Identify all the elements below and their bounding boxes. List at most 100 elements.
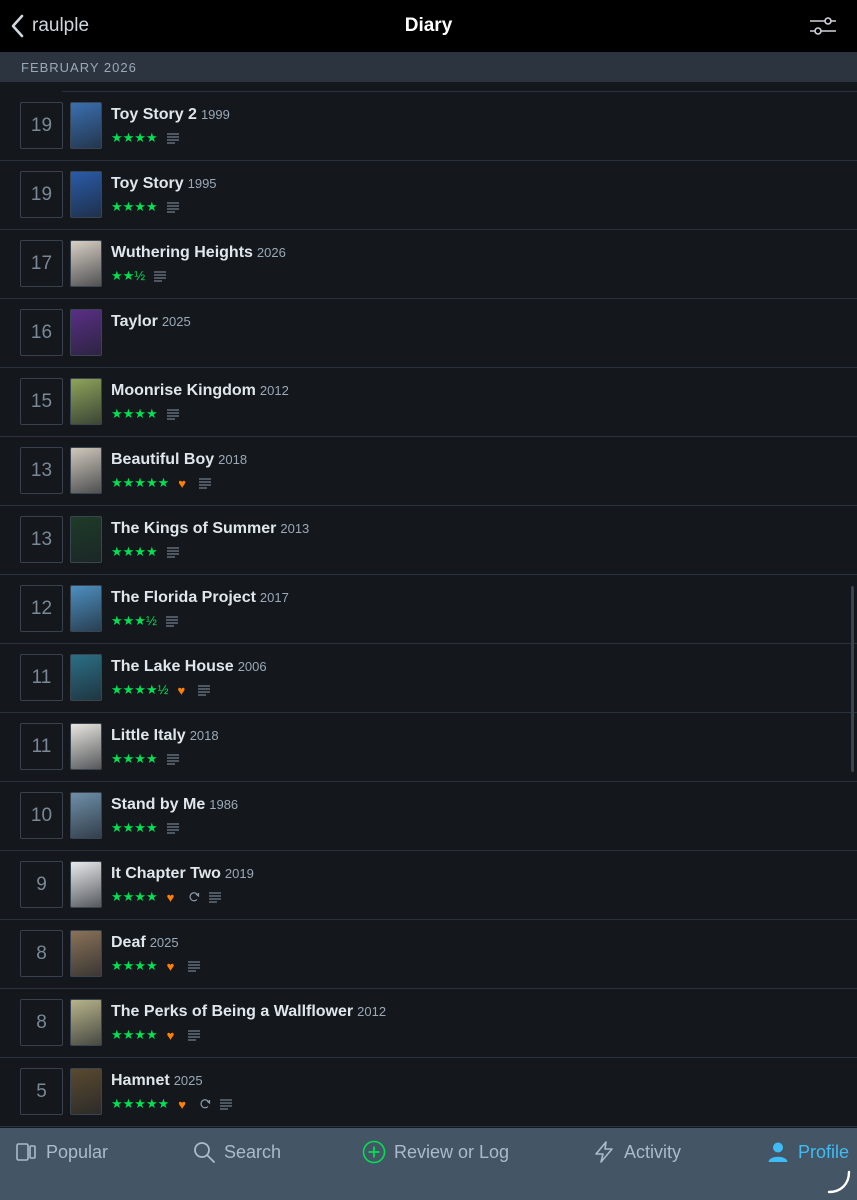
day-badge: 15 bbox=[20, 378, 63, 425]
rewatch-icon bbox=[200, 1099, 211, 1109]
star-rating: ★★★★ bbox=[111, 820, 158, 835]
review-text-icon bbox=[166, 133, 179, 144]
film-title: Toy Story bbox=[111, 175, 184, 192]
film-poster[interactable] bbox=[70, 240, 102, 287]
diary-entry-row[interactable]: 15 Moonrise Kingdom 2012 ★★★★ bbox=[0, 368, 857, 437]
film-title-line[interactable]: Stand by Me 1986 bbox=[111, 796, 238, 814]
month-label: FEBRUARY 2026 bbox=[21, 60, 137, 75]
diary-entry-row[interactable]: 19 Toy Story 1995 ★★★★ bbox=[0, 161, 857, 230]
film-title-line[interactable]: The Lake House 2006 bbox=[111, 658, 267, 676]
entry-meta: ★★½ bbox=[111, 268, 167, 284]
tab-activity[interactable]: Activity bbox=[592, 1138, 681, 1166]
film-poster[interactable] bbox=[70, 309, 102, 356]
star-rating: ★★★½ bbox=[111, 613, 157, 628]
film-poster[interactable] bbox=[70, 654, 102, 701]
film-poster[interactable] bbox=[70, 861, 102, 908]
star-rating: ★★★★½ bbox=[111, 682, 169, 697]
entry-meta: ★★★★ bbox=[111, 199, 179, 215]
film-year: 2017 bbox=[259, 590, 289, 605]
diary-entry-row[interactable]: 5 Hamnet 2025 ★★★★★ ♥ bbox=[0, 1058, 857, 1127]
tab-search[interactable]: Search bbox=[192, 1138, 281, 1166]
film-poster[interactable] bbox=[70, 447, 102, 494]
diary-entry-row[interactable]: 11 Little Italy 2018 ★★★★ bbox=[0, 713, 857, 782]
star-rating: ★★★★ bbox=[111, 889, 158, 904]
star-rating: ★★★★ bbox=[111, 406, 158, 421]
film-title: The Lake House bbox=[111, 658, 234, 675]
heart-icon: ♥ bbox=[177, 683, 186, 698]
star-rating: ★★★★ bbox=[111, 751, 158, 766]
scrollbar[interactable] bbox=[851, 586, 854, 772]
diary-entry-row[interactable]: 8 The Perks of Being a Wallflower 2012 ★★★★… bbox=[0, 989, 857, 1058]
film-poster[interactable] bbox=[70, 999, 102, 1046]
film-title-line[interactable]: Toy Story 1995 bbox=[111, 175, 217, 193]
film-poster[interactable] bbox=[70, 171, 102, 218]
film-title: Little Italy bbox=[111, 727, 186, 744]
day-badge: 8 bbox=[20, 999, 63, 1046]
film-poster[interactable] bbox=[70, 723, 102, 770]
tab-label: Activity bbox=[624, 1141, 682, 1162]
film-title: The Florida Project bbox=[111, 589, 256, 606]
film-poster[interactable] bbox=[70, 585, 102, 632]
film-title-line[interactable]: Beautiful Boy 2018 bbox=[111, 451, 247, 469]
film-poster[interactable] bbox=[70, 516, 102, 563]
diary-entry-row[interactable]: 8 Deaf 2025 ★★★★ ♥ bbox=[0, 920, 857, 989]
film-poster[interactable] bbox=[70, 378, 102, 425]
film-year: 1999 bbox=[200, 107, 230, 122]
film-title: Taylor bbox=[111, 313, 158, 330]
day-badge: 8 bbox=[20, 930, 63, 977]
entry-meta: ★★★★ bbox=[111, 820, 179, 836]
film-poster[interactable] bbox=[70, 1068, 102, 1115]
diary-entry-row[interactable]: 16 Taylor 2025 bbox=[0, 299, 857, 368]
diary-entry-row[interactable]: 13 The Kings of Summer 2013 ★★★★ bbox=[0, 506, 857, 575]
film-title-line[interactable]: The Florida Project 2017 bbox=[111, 589, 289, 607]
film-year: 2026 bbox=[256, 245, 286, 260]
popular-icon bbox=[16, 1143, 36, 1161]
review-text-icon bbox=[166, 202, 179, 213]
film-title: The Kings of Summer bbox=[111, 520, 277, 537]
film-poster[interactable] bbox=[70, 930, 102, 977]
tab-profile[interactable]: Profile bbox=[766, 1138, 849, 1166]
film-title: Toy Story 2 bbox=[111, 106, 197, 123]
star-rating: ★★★★ bbox=[111, 544, 158, 559]
entry-meta: ★★★★ bbox=[111, 406, 179, 422]
diary-entry-row[interactable]: 12 The Florida Project 2017 ★★★½ bbox=[0, 575, 857, 644]
film-title: The Perks of Being a Wallflower bbox=[111, 1003, 354, 1020]
film-title: It Chapter Two bbox=[111, 865, 221, 882]
film-title: Deaf bbox=[111, 934, 146, 951]
diary-entry-row[interactable]: 13 Beautiful Boy 2018 ★★★★★ ♥ bbox=[0, 437, 857, 506]
entry-meta: ★★★★ ♥ bbox=[111, 1027, 200, 1043]
diary-entry-row[interactable]: 9 It Chapter Two 2019 ★★★★ ♥ bbox=[0, 851, 857, 920]
film-title-line[interactable]: Moonrise Kingdom 2012 bbox=[111, 382, 289, 400]
film-title-line[interactable]: The Perks of Being a Wallflower 2012 bbox=[111, 1003, 386, 1021]
entry-meta: ★★★★½ ♥ bbox=[111, 682, 211, 698]
diary-entry-row[interactable]: 11 The Lake House 2006 ★★★★½ ♥ bbox=[0, 644, 857, 713]
film-poster[interactable] bbox=[70, 102, 102, 149]
review-text-icon bbox=[166, 409, 179, 420]
film-year: 2006 bbox=[237, 659, 267, 674]
film-title-line[interactable]: Wuthering Heights 2026 bbox=[111, 244, 286, 262]
film-title-line[interactable]: Toy Story 2 1999 bbox=[111, 106, 230, 124]
film-title-line[interactable]: Hamnet 2025 bbox=[111, 1072, 203, 1090]
tab-review-or-log[interactable]: Review or Log bbox=[362, 1138, 509, 1166]
search-icon bbox=[194, 1142, 215, 1163]
film-year: 2012 bbox=[259, 383, 289, 398]
review-text-icon bbox=[199, 478, 212, 489]
heart-icon: ♥ bbox=[166, 890, 175, 905]
review-text-icon bbox=[166, 754, 179, 765]
film-title-line[interactable]: Taylor 2025 bbox=[111, 313, 191, 331]
tab-popular[interactable]: Popular bbox=[14, 1138, 108, 1166]
heart-icon: ♥ bbox=[166, 1028, 175, 1043]
film-title-line[interactable]: The Kings of Summer 2013 bbox=[111, 520, 309, 538]
diary-entry-row[interactable]: 10 Stand by Me 1986 ★★★★ bbox=[0, 782, 857, 851]
film-poster[interactable] bbox=[70, 792, 102, 839]
film-year: 2019 bbox=[224, 866, 254, 881]
review-text-icon bbox=[208, 892, 221, 903]
diary-entry-row[interactable]: 19 Toy Story 2 1999 ★★★★ bbox=[0, 92, 857, 161]
film-title-line[interactable]: It Chapter Two 2019 bbox=[111, 865, 254, 883]
film-title-line[interactable]: Deaf 2025 bbox=[111, 934, 179, 952]
diary-entry-row[interactable]: 17 Wuthering Heights 2026 ★★½ bbox=[0, 230, 857, 299]
rewatch-icon bbox=[189, 892, 199, 902]
diary-list: 19 Toy Story 2 1999 ★★★★ 19 Toy Story 1995 ★★★★… bbox=[0, 82, 857, 1128]
filter-sliders-icon[interactable] bbox=[809, 14, 837, 38]
film-title-line[interactable]: Little Italy 2018 bbox=[111, 727, 219, 745]
